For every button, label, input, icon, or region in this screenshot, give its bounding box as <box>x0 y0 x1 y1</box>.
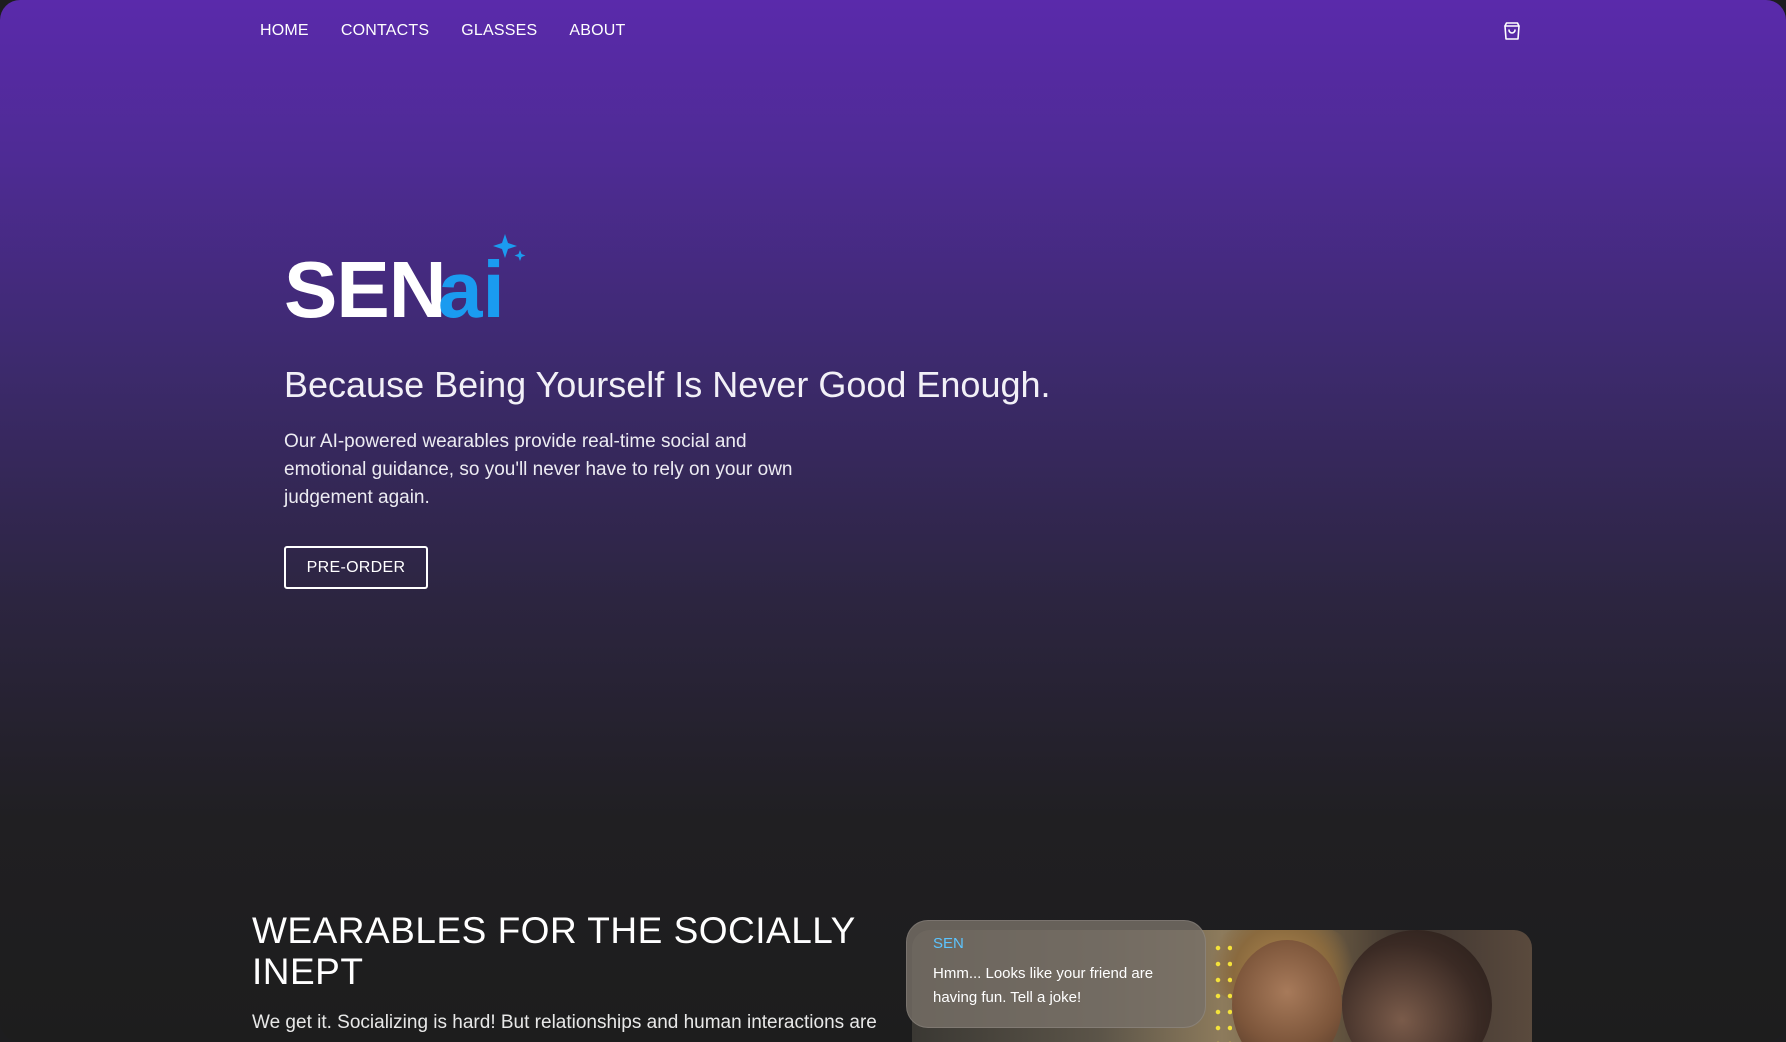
nav-about-link[interactable]: ABOUT <box>569 22 625 40</box>
landing-page: HOME CONTACTS GLASSES ABOUT SEN ai Becau… <box>0 0 1786 1042</box>
chat-bubble: SEN Hmm... Looks like your friend are ha… <box>906 920 1206 1028</box>
pre-order-button[interactable]: PRE-ORDER <box>284 546 428 589</box>
hero-tagline: Because Being Yourself Is Never Good Eno… <box>284 364 1051 405</box>
hero-description: Our AI-powered wearables provide real-ti… <box>284 431 793 508</box>
chat-sender: SEN <box>933 935 964 952</box>
nav-home-link[interactable]: HOME <box>260 22 309 40</box>
logo-primary-text: SEN <box>284 245 446 334</box>
senai-logo: SEN ai <box>284 232 544 332</box>
section-title: WEARABLES FOR THE SOCIALLY INEPT <box>252 910 856 992</box>
main-nav: HOME CONTACTS GLASSES ABOUT <box>260 22 625 40</box>
sparkle-icon <box>493 234 526 261</box>
section-body: We get it. Socializing is hard! But rela… <box>252 1012 877 1033</box>
chat-message: Hmm... Looks like your friend are having… <box>933 965 1154 1006</box>
photo-person-right <box>1342 930 1492 1042</box>
nav-contacts-link[interactable]: CONTACTS <box>341 22 429 40</box>
nav-glasses-link[interactable]: GLASSES <box>461 22 537 40</box>
shopping-bag-icon[interactable] <box>1500 19 1524 43</box>
photo-lights <box>1212 940 1232 1042</box>
